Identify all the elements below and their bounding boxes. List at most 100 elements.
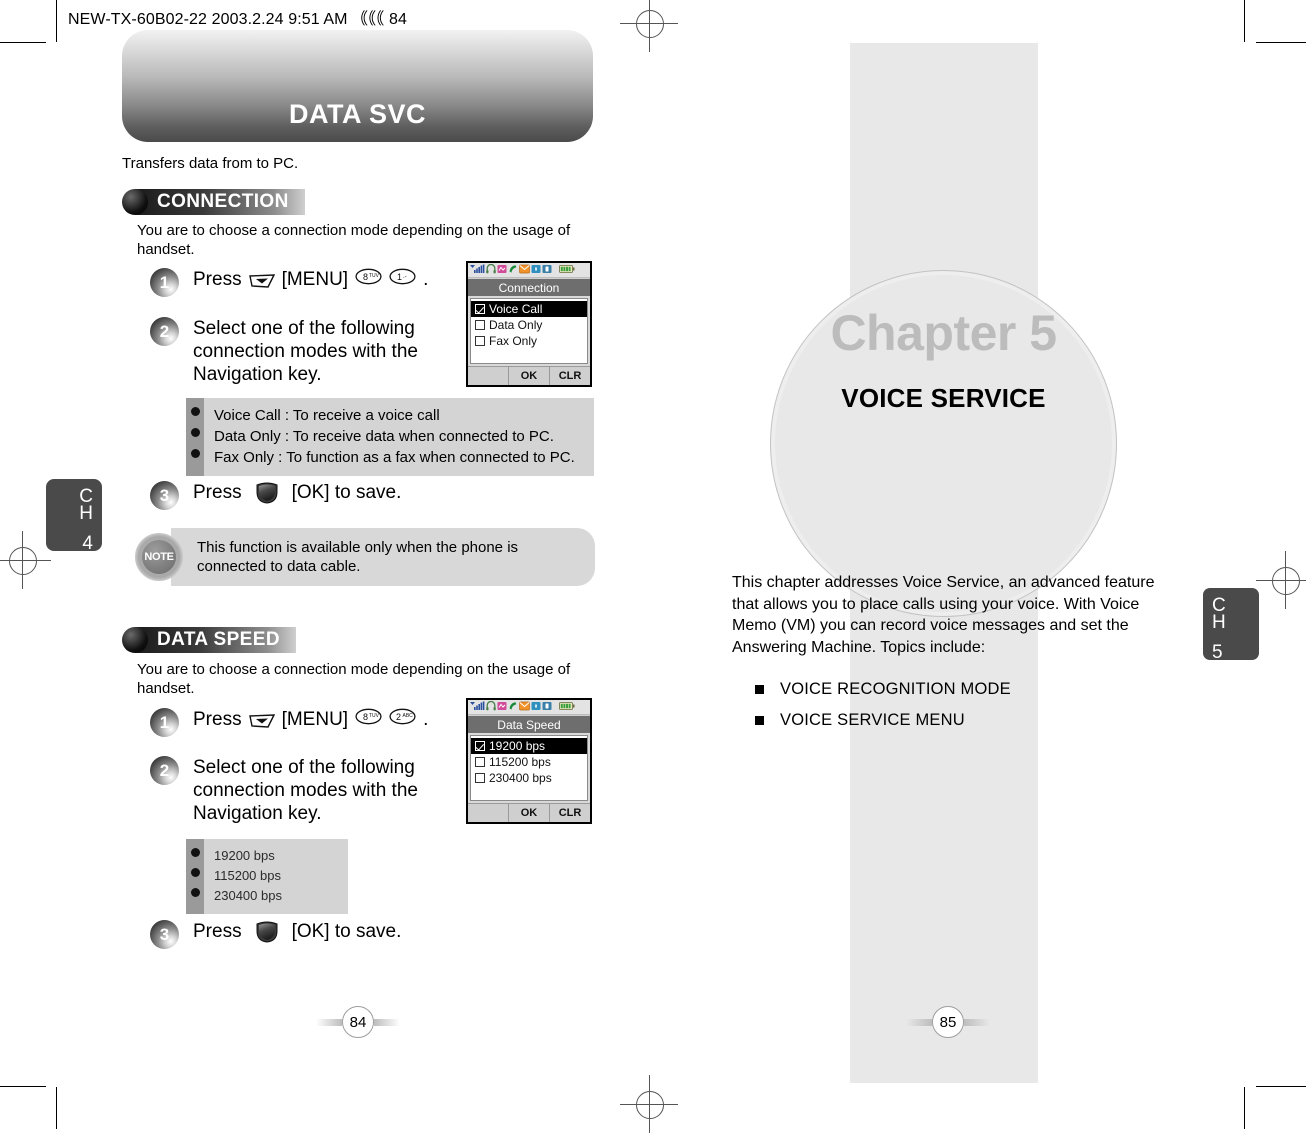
step-number: 3 <box>150 920 179 949</box>
step-2-connection: 2 Select one of the following connection… <box>150 317 450 386</box>
note-badge-icon: NOTE <box>135 533 183 581</box>
vibrate-icon <box>542 698 552 716</box>
bullet-dot-icon <box>122 627 148 653</box>
keypad-8-icon: 8 TUV <box>355 708 382 731</box>
step-1-connection: 1 Press [MENU] 8 TUV 1 .- . <box>150 268 428 297</box>
svg-text:1: 1 <box>397 272 402 282</box>
phone-status-bar <box>468 700 590 715</box>
phone-list-item-label: 19200 bps <box>489 739 546 753</box>
chapter-tab-left: C H 4 <box>46 479 102 554</box>
note-text: This function is available only when the… <box>171 528 595 586</box>
note-callout: NOTE This function is available only whe… <box>135 528 595 586</box>
roaming-icon <box>497 698 507 716</box>
square-bullet-icon <box>755 685 764 694</box>
phone-softkey-bar: OK CLR <box>468 803 590 822</box>
section-description-connection: You are to choose a connection mode depe… <box>137 222 571 258</box>
step-label-menu: [MENU] <box>281 269 349 290</box>
step-text: Select one of the following connection m… <box>193 757 418 824</box>
headset-icon <box>486 698 496 716</box>
page-number-value: 84 <box>342 1006 374 1038</box>
phone-list-item-label: Fax Only <box>489 334 538 348</box>
chapter-circle: Chapter 5 VOICE SERVICE <box>770 270 1117 617</box>
svg-text:8: 8 <box>363 272 368 282</box>
step-3-data-speed: 3 Press [OK] to save. <box>150 920 401 949</box>
chapter-title: VOICE SERVICE <box>841 383 1046 413</box>
phone-softkey-bar: OK CLR <box>468 366 590 385</box>
page-number-left: 84 <box>314 1005 402 1039</box>
phone-list-item[interactable]: Data Only <box>471 317 587 333</box>
phone-list-item[interactable]: 115200 bps <box>471 754 587 770</box>
checkbox-icon[interactable] <box>475 320 485 330</box>
step-number: 2 <box>150 756 179 785</box>
step-text-press: Press <box>193 482 242 503</box>
topic-label: VOICE RECOGNITION MODE <box>780 680 1011 698</box>
info-box-data-speeds: 19200 bps 115200 bps 230400 bps <box>186 839 348 914</box>
roaming-icon <box>497 261 507 279</box>
page-number-wing-right <box>964 1019 990 1026</box>
softkey-down-icon <box>248 272 275 288</box>
bullet-dot-icon <box>190 848 200 857</box>
softkey-ok[interactable]: OK <box>508 804 549 822</box>
info-item: Fax Only : To function as a fax when con… <box>214 449 575 466</box>
phone-list-item[interactable]: Voice Call <box>471 301 587 317</box>
softkey-clr[interactable]: CLR <box>549 367 590 385</box>
svg-text:TUV: TUV <box>369 273 380 279</box>
checkbox-icon[interactable] <box>475 757 485 767</box>
chapter-tab-number: 4 <box>82 533 93 554</box>
page-intro-text: Transfers data from to PC. <box>122 155 299 172</box>
section-title-connection: CONNECTION <box>157 191 289 212</box>
softkey-ok[interactable]: OK <box>508 367 549 385</box>
page-number-wing-right <box>374 1019 400 1026</box>
page-number-right: 85 <box>904 1005 992 1039</box>
step-number: 1 <box>150 708 179 737</box>
step-3-connection: 3 Press [OK] to save. <box>150 481 401 510</box>
svg-text:8: 8 <box>363 712 368 722</box>
phone-list-item[interactable]: 19200 bps <box>471 738 587 754</box>
chapter-topic-list: VOICE RECOGNITION MODE VOICE SERVICE MEN… <box>755 680 1011 742</box>
phone-list-item[interactable]: Fax Only <box>471 333 587 349</box>
step-number: 2 <box>150 317 179 346</box>
softkey-clr[interactable]: CLR <box>549 804 590 822</box>
bullet-dot-icon <box>190 888 200 897</box>
alarm-icon <box>531 261 541 279</box>
topic-item: VOICE SERVICE MENU <box>755 711 1011 730</box>
info-item: Voice Call : To receive a voice call <box>214 407 440 424</box>
phone-title: Data Speed <box>468 715 590 733</box>
manual-spread: NEW-TX-60B02-22 2003.2.24 9:51 AM ｟｟｟ 84… <box>0 0 1306 1133</box>
step-text-period: . <box>423 709 429 730</box>
step-text-ok-save: [OK] to save. <box>291 921 402 942</box>
checkbox-icon[interactable] <box>475 773 485 783</box>
phone-list-item-label: Data Only <box>489 318 543 332</box>
keypad-2-icon: 2 ABC <box>389 708 416 731</box>
checkbox-checked-icon[interactable] <box>475 304 485 314</box>
step-2-data-speed: 2 Select one of the following connection… <box>150 756 450 825</box>
phone-title: Connection <box>468 278 590 296</box>
checkbox-icon[interactable] <box>475 336 485 346</box>
phone-list-item-label: 230400 bps <box>489 771 552 785</box>
call-icon <box>508 698 518 716</box>
info-item: 19200 bps <box>214 848 275 863</box>
topic-label: VOICE SERVICE MENU <box>780 711 965 729</box>
headset-icon <box>486 261 496 279</box>
page-number-value: 85 <box>932 1006 964 1038</box>
phone-option-list: 19200 bps 115200 bps 230400 bps <box>470 735 588 801</box>
checkbox-checked-icon[interactable] <box>475 741 485 751</box>
vibrate-icon <box>542 261 552 279</box>
chapter-tab-h: H <box>79 503 93 524</box>
signal-icon <box>470 698 485 716</box>
svg-text:.-: .- <box>403 274 407 280</box>
note-badge-label: NOTE <box>144 551 174 563</box>
battery-icon <box>559 698 575 716</box>
topic-item: VOICE RECOGNITION MODE <box>755 680 1011 699</box>
keypad-8-icon: 8 TUV <box>355 268 382 291</box>
battery-icon <box>559 261 575 279</box>
right-page: Chapter 5 VOICE SERVICE This chapter add… <box>650 0 1306 1129</box>
phone-list-item[interactable]: 230400 bps <box>471 770 587 786</box>
message-icon <box>519 261 530 279</box>
step-text-period: . <box>423 269 429 290</box>
bullet-dot-icon <box>190 868 200 877</box>
info-box-connection-modes: Voice Call : To receive a voice call Dat… <box>186 398 594 476</box>
section-description-data-speed: You are to choose a connection mode depe… <box>137 661 571 697</box>
step-number: 1 <box>150 268 179 297</box>
bullet-dot-icon <box>190 407 200 416</box>
